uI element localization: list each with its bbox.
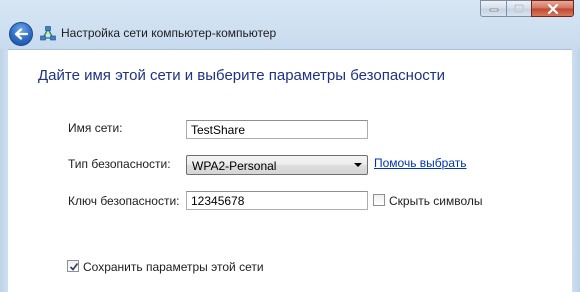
security-type-select[interactable]: WPA2-Personal bbox=[186, 155, 368, 175]
checkmark-icon bbox=[69, 263, 79, 271]
maximize-button[interactable] bbox=[506, 0, 531, 17]
network-icon bbox=[40, 26, 56, 41]
security-type-label: Тип безопасности: bbox=[68, 157, 171, 171]
page-heading: Дайте имя этой сети и выберите параметры… bbox=[38, 67, 446, 84]
hide-chars-checkbox[interactable] bbox=[373, 194, 385, 206]
maximize-icon bbox=[514, 4, 524, 13]
back-arrow-icon bbox=[14, 28, 28, 40]
hide-chars-label: Скрыть символы bbox=[389, 194, 483, 208]
minimize-button[interactable] bbox=[480, 0, 506, 17]
window-frame-right bbox=[572, 49, 580, 292]
network-name-input[interactable]: TestShare bbox=[186, 120, 368, 139]
close-icon bbox=[547, 3, 558, 14]
window-title: Настройка сети компьютер-компьютер bbox=[61, 26, 277, 40]
security-key-input[interactable]: 12345678 bbox=[186, 191, 368, 210]
window-controls bbox=[480, 0, 574, 17]
window-frame-left bbox=[0, 49, 8, 292]
security-key-label: Ключ безопасности: bbox=[68, 194, 180, 208]
back-button[interactable] bbox=[9, 22, 33, 46]
close-button[interactable] bbox=[531, 0, 574, 17]
help-choose-link[interactable]: Помочь выбрать bbox=[374, 156, 467, 170]
save-settings-label: Сохранить параметры этой сети bbox=[83, 260, 264, 274]
security-type-value: WPA2-Personal bbox=[192, 159, 277, 173]
network-name-label: Имя сети: bbox=[68, 121, 123, 135]
save-settings-checkbox[interactable] bbox=[67, 260, 79, 272]
minimize-icon bbox=[489, 8, 498, 11]
chevron-down-icon bbox=[354, 163, 362, 167]
